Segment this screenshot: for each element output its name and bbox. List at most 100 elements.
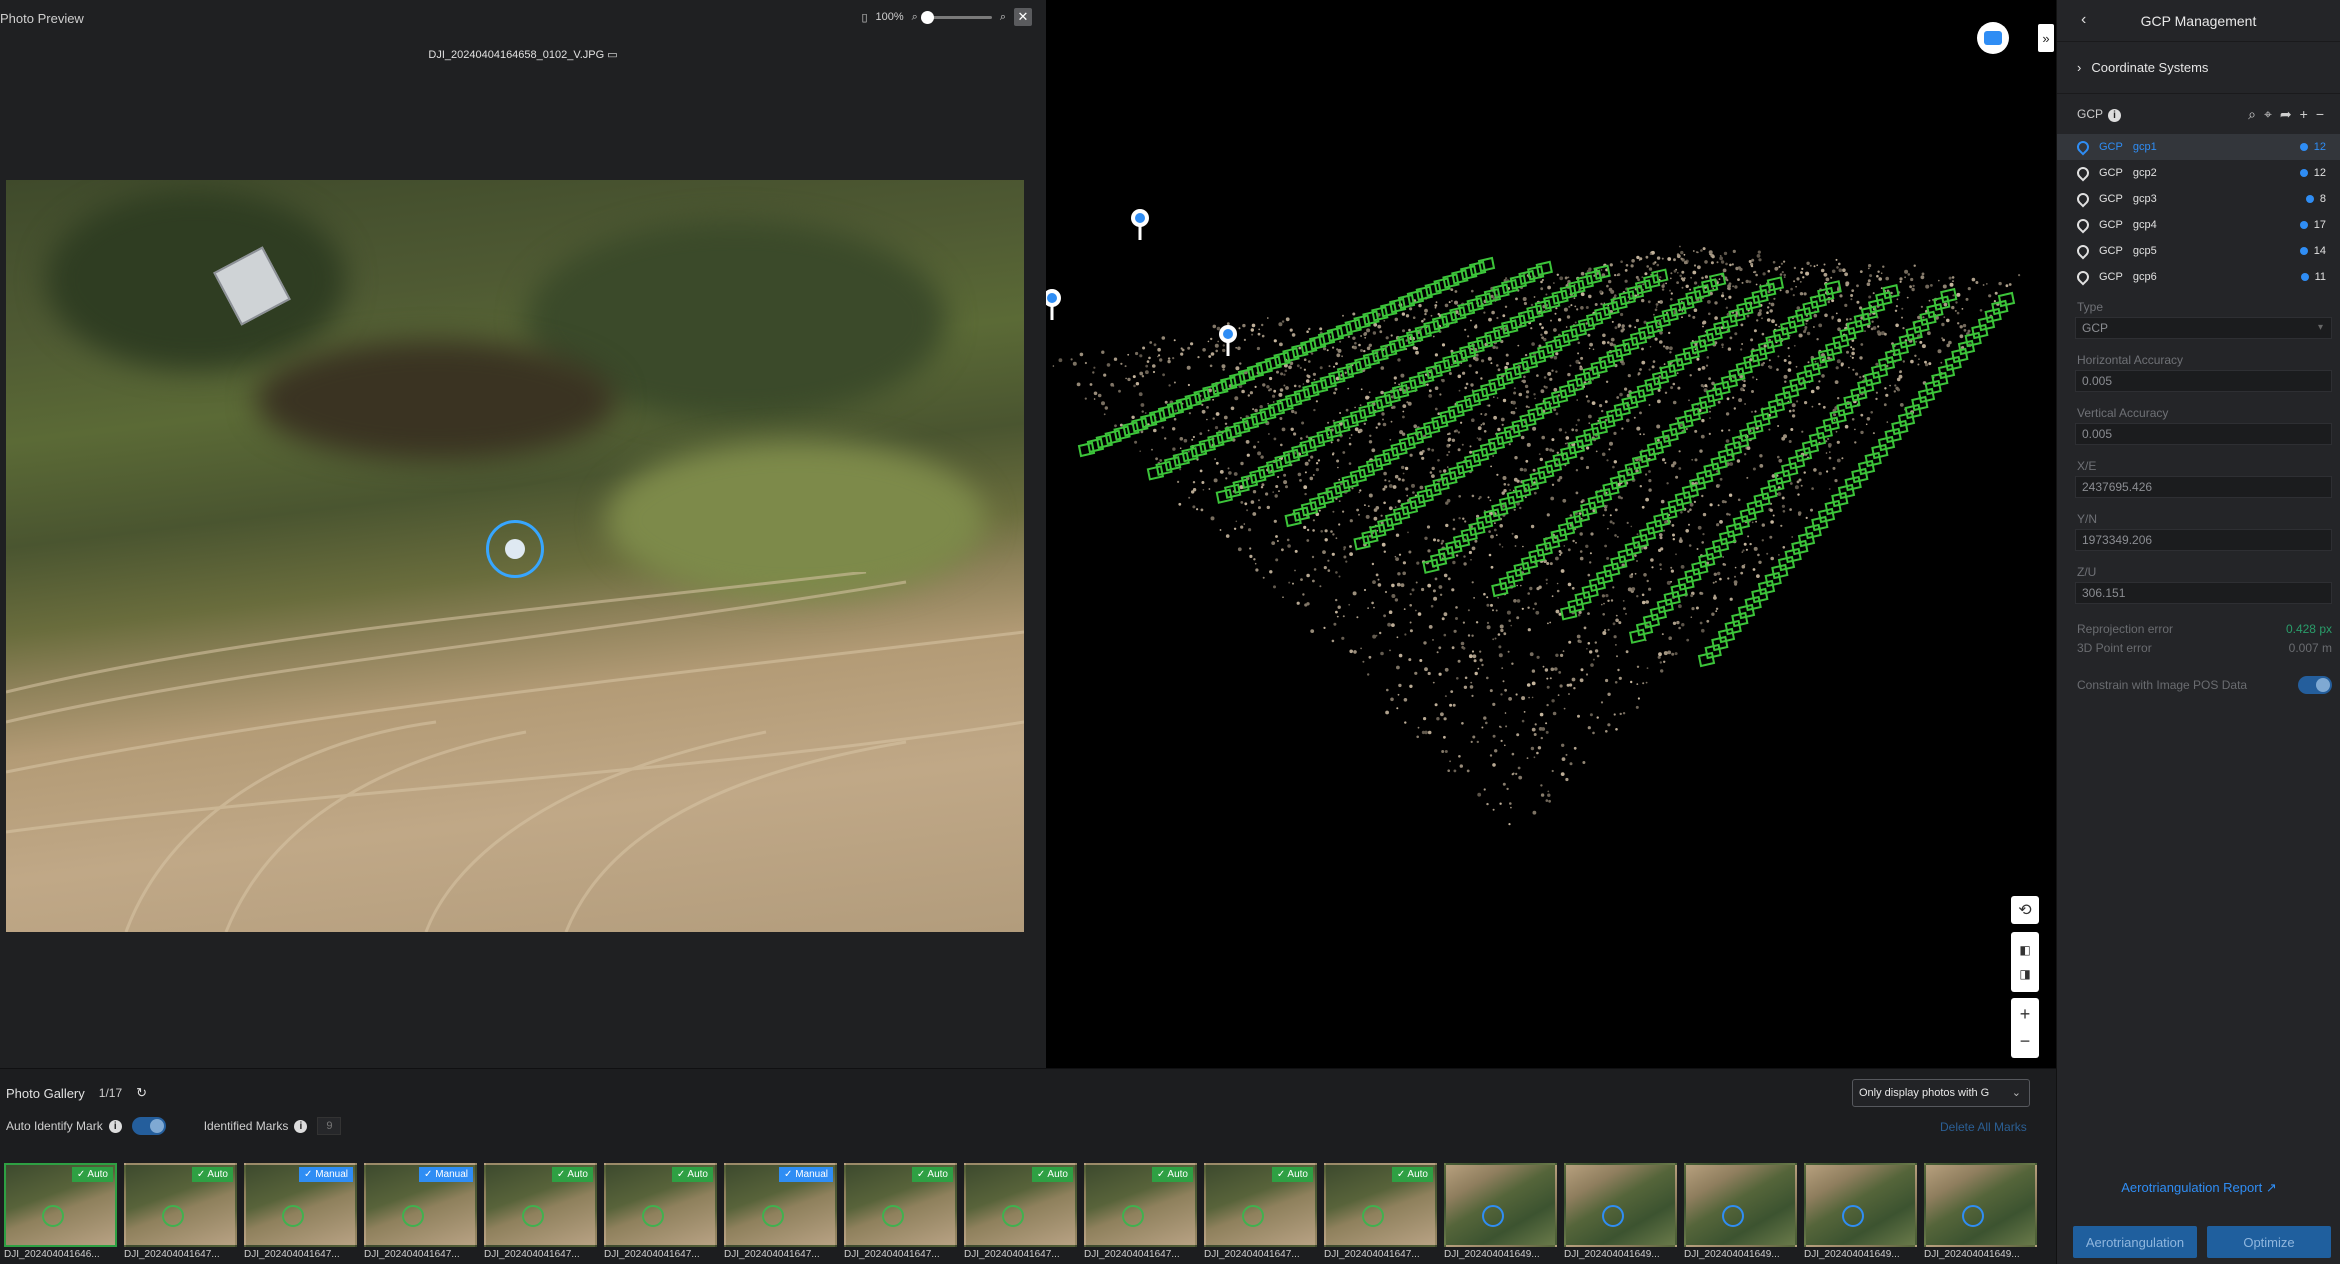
z-field[interactable]: 306.151: [2075, 582, 2332, 604]
terrain-point: [1657, 655, 1661, 659]
terrain-point: [1753, 271, 1755, 274]
photo-thumbnail[interactable]: DJI_202404041649...: [1684, 1163, 1797, 1261]
photo-thumbnail[interactable]: DJI_202404041649...: [1924, 1163, 2037, 1261]
info-icon[interactable]: i: [294, 1119, 308, 1133]
y-field[interactable]: 1973349.206: [2075, 529, 2332, 551]
h-accuracy-field[interactable]: 0.005: [2075, 370, 2332, 392]
photo-thumbnail[interactable]: ✓ Auto DJI_202404041647...: [1204, 1163, 1317, 1261]
viewer-zoom-in-button[interactable]: +: [2020, 1004, 2031, 1025]
gcp-list-item[interactable]: GCP gcp3 8: [2057, 186, 2340, 212]
refresh-icon[interactable]: ↻: [136, 1085, 147, 1101]
gcp-list-item[interactable]: GCP gcp4 17: [2057, 212, 2340, 238]
perspective-icon[interactable]: ◧: [2019, 943, 2030, 957]
point-cloud[interactable]: [1046, 0, 2056, 1068]
photo-thumbnail[interactable]: ✓ Auto DJI_202404041647...: [844, 1163, 957, 1261]
photo-filter-select[interactable]: Only display photos with G ⌄: [1852, 1079, 2030, 1107]
terrain-point: [1545, 730, 1549, 734]
aerial-photo[interactable]: [6, 180, 1024, 932]
terrain-point: [1508, 443, 1511, 446]
terrain-point: [1504, 744, 1506, 747]
terrain-point: [1249, 547, 1252, 550]
view-mode-group[interactable]: ◧ ◨: [2011, 932, 2039, 992]
terrain-point: [1618, 621, 1622, 625]
terrain-point: [1492, 734, 1496, 738]
terrain-point: [1696, 357, 1700, 361]
aerotriangulation-button[interactable]: Aerotriangulation: [2073, 1226, 2197, 1258]
info-icon[interactable]: i: [108, 1119, 122, 1133]
zoom-slider-knob[interactable]: [920, 10, 934, 24]
expand-panel-button[interactable]: »: [2038, 24, 2054, 52]
x-field[interactable]: 2437695.426: [2075, 476, 2332, 498]
photo-thumbnail[interactable]: ✓ Auto DJI_202404041647...: [1084, 1163, 1197, 1261]
photo-thumbnail[interactable]: ✓ Auto DJI_202404041646...: [4, 1163, 117, 1261]
terrain-point: [1645, 681, 1648, 684]
terrain-point: [1805, 322, 1808, 325]
terrain-point: [1239, 362, 1242, 365]
photo-thumbnail[interactable]: ✓ Auto DJI_202404041647...: [1324, 1163, 1437, 1261]
terrain-point: [1716, 261, 1719, 264]
viewer-zoom-out-button[interactable]: −: [2020, 1031, 2031, 1052]
terrain-point: [1651, 365, 1655, 369]
camera-button[interactable]: [1977, 22, 2009, 54]
terrain-point: [1695, 606, 1699, 610]
coordinate-systems-toggle[interactable]: › Coordinate Systems: [2057, 42, 2340, 94]
photo-thumbnail[interactable]: DJI_202404041649...: [1564, 1163, 1677, 1261]
close-preview-button[interactable]: ✕: [1014, 8, 1032, 26]
camera-marker: [1140, 413, 1158, 429]
terrain-point: [1530, 524, 1535, 529]
share-icon[interactable]: ➦: [2280, 106, 2292, 123]
fit-icon[interactable]: ▯: [861, 11, 867, 24]
terrain-point: [1500, 417, 1505, 422]
terrain-point: [1913, 264, 1916, 267]
folder-icon[interactable]: ▭: [607, 49, 617, 61]
terrain-point: [1186, 365, 1191, 370]
point-cloud-viewer[interactable]: » ⟲ ◧ ◨ + −: [1046, 0, 2056, 1068]
type-select[interactable]: GCP ▾: [2075, 317, 2332, 339]
terrain-point: [1781, 504, 1785, 508]
search-icon[interactable]: ⌕: [2248, 106, 2256, 123]
photo-thumbnail[interactable]: ✓ Auto DJI_202404041647...: [964, 1163, 1077, 1261]
terrain-point: [1481, 359, 1485, 363]
terrain-point: [1434, 407, 1438, 411]
terrain-point: [1607, 599, 1610, 602]
photo-thumbnail[interactable]: ✓ Manual DJI_202404041647...: [724, 1163, 837, 1261]
terrain-point: [1267, 402, 1269, 405]
zoom-slider[interactable]: [920, 10, 992, 24]
photo-thumbnail[interactable]: ✓ Manual DJI_202404041647...: [244, 1163, 357, 1261]
terrain-point: [1670, 386, 1674, 390]
terrain-point: [1778, 458, 1783, 463]
constrain-toggle[interactable]: [2298, 676, 2332, 694]
photo-thumbnail[interactable]: DJI_202404041649...: [1804, 1163, 1917, 1261]
terrain-point: [1395, 533, 1400, 537]
gcp-target-marker[interactable]: [486, 520, 544, 578]
terrain-point: [1438, 470, 1442, 473]
add-icon[interactable]: +: [2300, 106, 2308, 123]
gcp-list-item[interactable]: GCP gcp2 12: [2057, 160, 2340, 186]
terrain-point: [1677, 386, 1681, 390]
view-reset-button[interactable]: ⟲: [2011, 896, 2039, 924]
photo-thumbnail[interactable]: ✓ Manual DJI_202404041647...: [364, 1163, 477, 1261]
gcp-list-item[interactable]: GCP gcp5 14: [2057, 238, 2340, 264]
terrain-point: [1607, 341, 1610, 344]
photo-thumbnail[interactable]: ✓ Auto DJI_202404041647...: [484, 1163, 597, 1261]
optimize-button[interactable]: Optimize: [2207, 1226, 2331, 1258]
back-icon[interactable]: ‹: [2081, 11, 2086, 29]
info-icon[interactable]: i: [2108, 108, 2122, 122]
v-accuracy-field[interactable]: 0.005: [2075, 423, 2332, 445]
zoom-in-icon[interactable]: ⌕: [1000, 11, 1006, 24]
ortho-icon[interactable]: ◨: [2019, 967, 2030, 981]
auto-identify-toggle[interactable]: [131, 1117, 166, 1135]
y-label: Y/N: [2077, 512, 2098, 526]
photo-thumbnail[interactable]: ✓ Auto DJI_202404041647...: [604, 1163, 717, 1261]
camera-marker: [1166, 400, 1185, 417]
gcp-list-item[interactable]: GCP gcp1 12: [2057, 134, 2340, 160]
gcp-list-item[interactable]: GCP gcp6 11: [2057, 264, 2340, 290]
remove-icon[interactable]: −: [2316, 106, 2324, 123]
photo-thumbnail[interactable]: ✓ Auto DJI_202404041647...: [124, 1163, 237, 1261]
photo-thumbnail[interactable]: DJI_202404041649...: [1444, 1163, 1557, 1261]
delete-all-marks-link[interactable]: Delete All Marks: [1940, 1120, 2027, 1134]
terrain-point: [1693, 264, 1697, 267]
aerotriangulation-report-link[interactable]: Aerotriangulation Report ↗: [2057, 1180, 2340, 1196]
locate-icon[interactable]: ⌖: [2264, 106, 2272, 123]
zoom-out-icon[interactable]: ⌕: [912, 11, 918, 24]
